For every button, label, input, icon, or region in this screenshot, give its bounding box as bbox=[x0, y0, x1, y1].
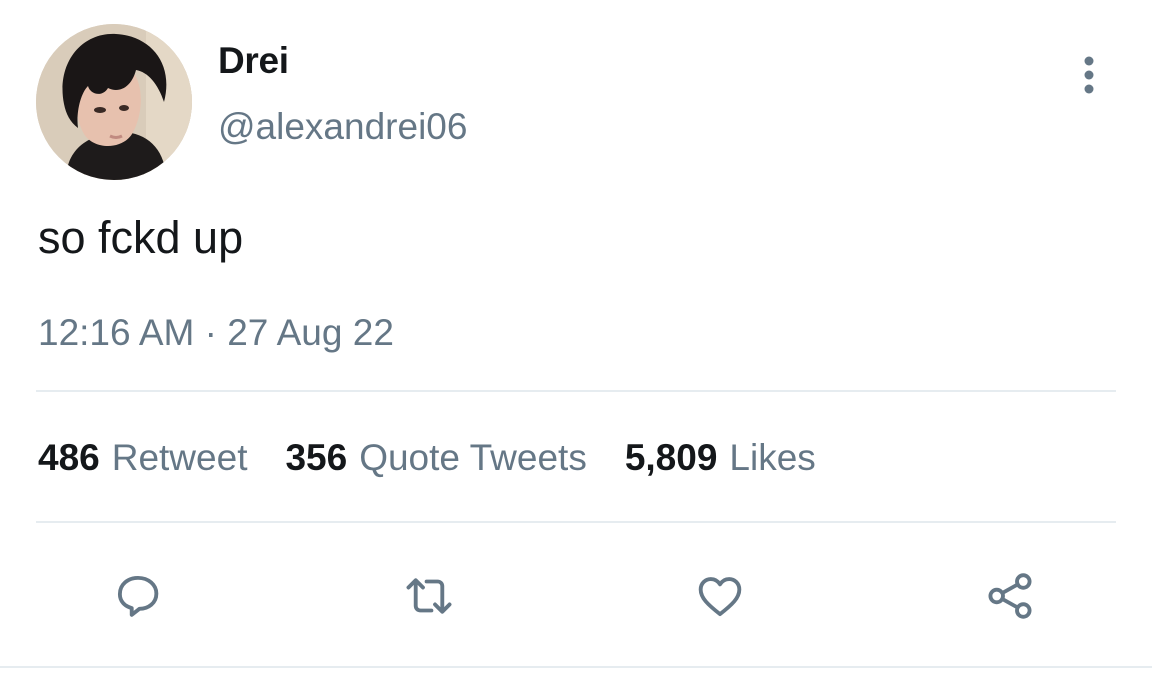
heart-icon bbox=[698, 577, 742, 617]
quote-label: Quote Tweets bbox=[359, 437, 587, 478]
tweet-date: 27 Aug 22 bbox=[227, 312, 394, 353]
quote-count: 356 bbox=[285, 437, 348, 478]
divider bbox=[0, 666, 1152, 668]
quote-count-link[interactable]: 356 Quote Tweets bbox=[285, 437, 586, 479]
retweet-icon bbox=[406, 578, 452, 614]
retweet-count-link[interactable]: 486 Retweet bbox=[38, 437, 247, 479]
retweet-count: 486 bbox=[38, 437, 100, 478]
tweet-time: 12:16 AM bbox=[38, 312, 195, 353]
likes-label: Likes bbox=[729, 437, 816, 478]
comment-icon bbox=[117, 575, 159, 617]
avatar[interactable] bbox=[36, 24, 192, 180]
more-vertical-icon bbox=[1084, 56, 1094, 94]
likes-count-link[interactable]: 5,809 Likes bbox=[625, 437, 816, 479]
likes-count: 5,809 bbox=[624, 437, 718, 478]
tweet-stats: 486 Retweet 356 Quote Tweets 5,809 Likes bbox=[38, 437, 854, 479]
display-name[interactable]: Drei bbox=[218, 40, 289, 82]
reply-button[interactable] bbox=[108, 566, 168, 626]
tweet-timestamp[interactable]: 12:16 AM · 27 Aug 22 bbox=[38, 312, 394, 354]
user-handle[interactable]: @alexandrei06 bbox=[218, 106, 467, 148]
divider bbox=[36, 521, 1116, 523]
like-button[interactable] bbox=[690, 566, 750, 626]
share-icon bbox=[988, 573, 1032, 619]
more-options-button[interactable] bbox=[1066, 52, 1112, 98]
timestamp-separator: · bbox=[204, 312, 217, 353]
profile-photo-image bbox=[36, 24, 192, 180]
tweet-text: so fckd up bbox=[38, 212, 244, 263]
retweet-button[interactable] bbox=[399, 566, 459, 626]
divider bbox=[36, 390, 1116, 392]
tweet-card: Drei @alexandrei06 so fckd up 12:16 AM ·… bbox=[0, 0, 1152, 687]
share-button[interactable] bbox=[980, 566, 1040, 626]
retweet-label: Retweet bbox=[111, 437, 248, 478]
